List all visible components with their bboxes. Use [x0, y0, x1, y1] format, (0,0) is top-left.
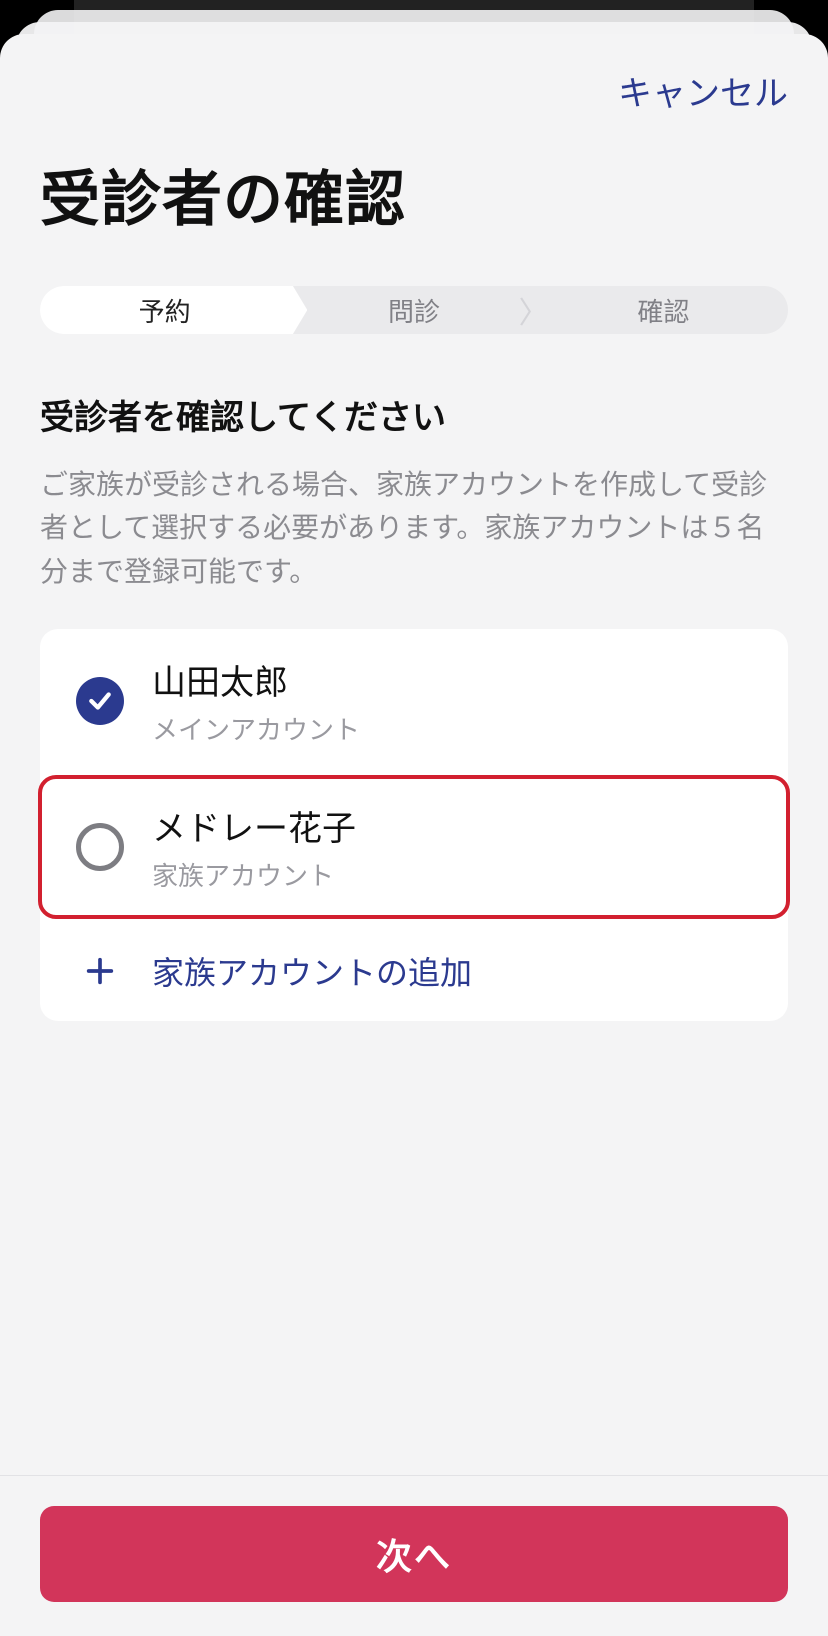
modal-sheet: キャンセル 受診者の確認 予約 問診 〉 確認 受診者を確認してください ご家族… — [0, 34, 828, 1636]
step-confirm: 確認 — [539, 286, 788, 334]
patient-name: メドレー花子 — [152, 801, 356, 850]
progress-stepper: 予約 問診 〉 確認 — [40, 286, 788, 334]
radio-selected[interactable] — [76, 677, 124, 725]
page-title: 受診者の確認 — [0, 115, 828, 286]
patient-name: 山田太郎 — [152, 655, 360, 704]
patient-sub: メインアカウント — [152, 710, 360, 747]
section-description: ご家族が受診される場合、家族アカウントを作成して受診者として選択する必要がありま… — [0, 463, 828, 629]
topbar: キャンセル — [0, 34, 828, 115]
next-button[interactable]: 次へ — [40, 1506, 788, 1602]
patient-row[interactable]: 山田太郎 メインアカウント — [40, 629, 788, 773]
plus-icon — [76, 947, 124, 995]
patient-sub: 家族アカウント — [152, 856, 356, 893]
add-family-account[interactable]: 家族アカウントの追加 — [40, 921, 788, 1021]
cancel-button[interactable]: キャンセル — [618, 66, 788, 115]
step-label: 予約 — [139, 292, 191, 329]
add-family-label: 家族アカウントの追加 — [152, 948, 472, 994]
step-questionnaire: 問診 〉 — [289, 286, 538, 334]
radio-unselected[interactable] — [76, 823, 124, 871]
check-icon — [87, 688, 113, 714]
patient-list: 山田太郎 メインアカウント メドレー花子 家族アカウント 家族アカウントの追加 — [40, 629, 788, 1021]
step-reservation: 予約 — [40, 286, 289, 334]
chevron-right-icon: 〉 — [519, 288, 549, 332]
patient-row[interactable]: メドレー花子 家族アカウント — [38, 775, 790, 919]
section-heading: 受診者を確認してください — [0, 390, 828, 463]
step-label: 確認 — [637, 292, 689, 329]
footer: 次へ — [0, 1475, 828, 1636]
step-label: 問診 — [388, 292, 440, 329]
